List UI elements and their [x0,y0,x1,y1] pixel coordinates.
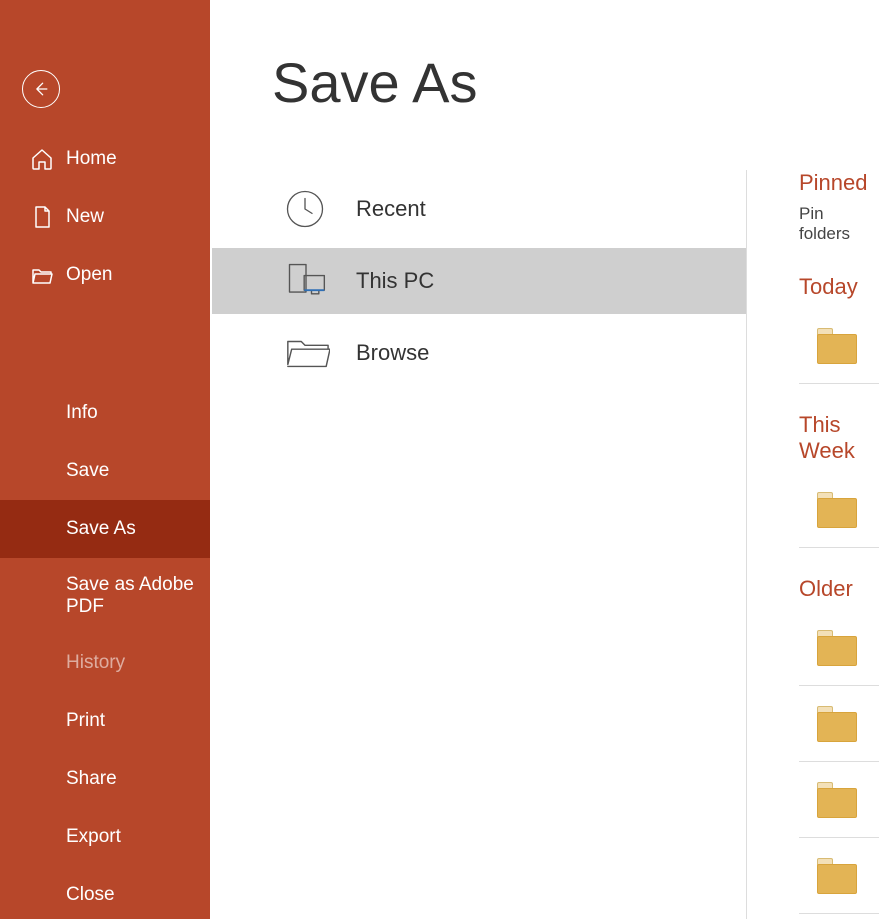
pinned-header: Pinned [799,170,879,196]
folder-icon [817,492,857,528]
locations-panel: Recent This PC Browse [210,0,746,919]
folders-panel: Pinned Pin folders Today This Week Older [747,0,879,919]
folder-row[interactable] [799,472,879,548]
clock-icon [284,188,356,230]
group-header: Today [799,274,879,300]
nav-item-save-as-adobe-pdf[interactable]: Save as Adobe PDF [0,558,210,634]
nav-label: Export [66,826,121,848]
nav-label: Close [66,884,115,906]
nav-item-history: History [0,634,210,692]
location-label: Recent [356,196,426,222]
location-recent[interactable]: Recent [212,170,746,248]
location-label: This PC [356,268,434,294]
nav-label: Save As [66,518,136,540]
thispc-icon [284,259,356,303]
nav-item-info[interactable]: Info [0,384,210,442]
folder-groups-container: Today This Week Older [799,274,879,914]
nav-main-section: Info Save Save As Save as Adobe PDF History P… [0,384,210,924]
backstage-sidebar: Home New Open Info Save Save As Save as Adobe… [0,0,210,919]
pin-hint-text: Pin folders [799,204,879,244]
back-button[interactable] [22,70,60,108]
folder-group-older: Older [799,576,879,914]
folder-group-today: Today [799,274,879,384]
nav-top-section: Home New Open [0,130,210,304]
folder-icon [817,328,857,364]
open-icon [30,263,66,287]
home-icon [30,147,66,171]
nav-item-share[interactable]: Share [0,750,210,808]
nav-label: Home [66,148,117,170]
folder-row[interactable] [799,762,879,838]
main-area: Save As Recent This PC Browse Pinned Pin f… [210,0,879,919]
folder-icon [817,630,857,666]
folder-row[interactable] [799,838,879,914]
page-title: Save As [272,50,477,115]
nav-item-open[interactable]: Open [0,246,210,304]
nav-item-save-as[interactable]: Save As [0,500,210,558]
folder-row[interactable] [799,610,879,686]
nav-item-new[interactable]: New [0,188,210,246]
group-header: Older [799,576,879,602]
nav-item-export[interactable]: Export [0,808,210,866]
folder-row[interactable] [799,686,879,762]
nav-label: Info [66,402,98,424]
arrow-left-icon [31,79,51,99]
folder-row[interactable] [799,308,879,384]
folder-icon [817,858,857,894]
folder-icon [817,782,857,818]
nav-item-close[interactable]: Close [0,866,210,924]
nav-label: New [66,206,104,228]
location-this-pc[interactable]: This PC [212,248,746,314]
browse-icon [284,335,356,371]
new-icon [30,205,66,229]
folder-group-this-week: This Week [799,412,879,548]
location-browse[interactable]: Browse [212,314,746,392]
nav-item-save[interactable]: Save [0,442,210,500]
folder-icon [817,706,857,742]
group-header: This Week [799,412,879,464]
nav-item-home[interactable]: Home [0,130,210,188]
nav-label: Open [66,264,112,286]
location-label: Browse [356,340,429,366]
nav-label: Print [66,710,105,732]
nav-label: Save as Adobe PDF [66,574,210,618]
nav-label: History [66,652,125,674]
nav-label: Save [66,460,109,482]
nav-item-print[interactable]: Print [0,692,210,750]
nav-label: Share [66,768,117,790]
